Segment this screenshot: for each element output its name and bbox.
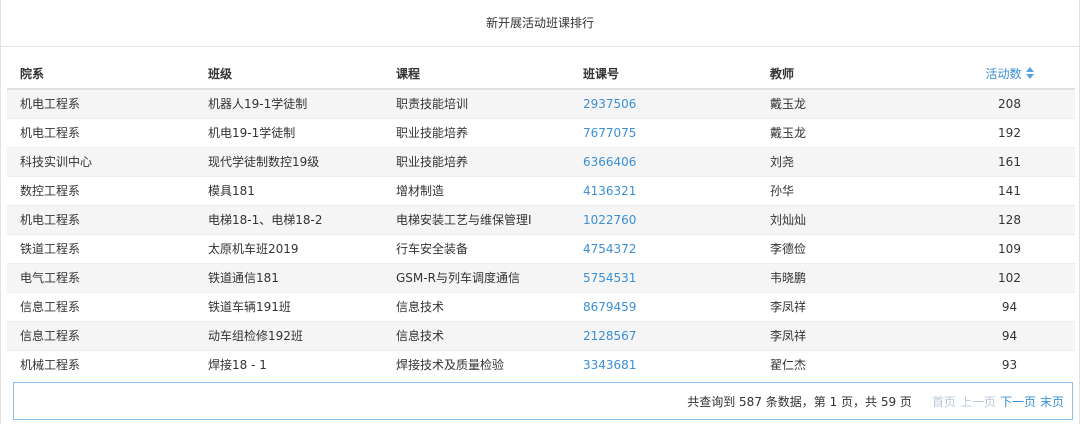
table-row: 信息工程系 铁道车辆191班 信息技术 8679459 李凤祥 94 bbox=[7, 292, 1075, 322]
pagination-summary: 共查询到 587 条数据，第 1 页，共 59 页 bbox=[687, 394, 912, 409]
cell-course: 职责技能培训 bbox=[383, 89, 570, 119]
column-header-course: 课程 bbox=[383, 58, 570, 90]
next-page-link[interactable]: 下一页 bbox=[1000, 393, 1036, 410]
cell-activity-count: 102 bbox=[944, 263, 1075, 293]
cell-teacher: 刘尧 bbox=[757, 147, 944, 177]
cell-course: 增材制造 bbox=[383, 176, 570, 206]
cell-course: 电梯安装工艺与维保管理Ⅰ bbox=[383, 205, 570, 235]
cell-activity-count: 128 bbox=[944, 205, 1075, 235]
ranking-panel: 新开展活动班课排行 院系 班级 课程 班课号 教师 活动数 机电工程系 机器人19… bbox=[0, 0, 1080, 424]
cell-class: 模具181 bbox=[195, 176, 383, 206]
cell-teacher: 李凤祥 bbox=[757, 292, 944, 322]
cell-class-code: 7677075 bbox=[570, 118, 757, 148]
table-header-row: 院系 班级 课程 班课号 教师 活动数 bbox=[7, 58, 1075, 90]
column-header-department: 院系 bbox=[7, 58, 195, 90]
cell-class: 现代学徒制数控19级 bbox=[195, 147, 383, 177]
cell-class-code: 1022760 bbox=[570, 205, 757, 235]
cell-class-code: 4136321 bbox=[570, 176, 757, 206]
table-row: 科技实训中心 现代学徒制数控19级 职业技能培养 6366406 刘尧 161 bbox=[7, 147, 1075, 177]
cell-class: 机电19-1学徒制 bbox=[195, 118, 383, 148]
cell-class: 机器人19-1学徒制 bbox=[195, 89, 383, 119]
class-code-link[interactable]: 4754372 bbox=[583, 242, 636, 256]
class-code-link[interactable]: 3343681 bbox=[583, 358, 636, 372]
cell-department: 信息工程系 bbox=[7, 292, 195, 322]
cell-activity-count: 192 bbox=[944, 118, 1075, 148]
table-row: 机电工程系 机器人19-1学徒制 职责技能培训 2937506 戴玉龙 208 bbox=[7, 89, 1075, 119]
table-row: 机械工程系 焊接18 - 1 焊接技术及质量检验 3343681 翟仁杰 93 bbox=[7, 350, 1075, 374]
column-header-class: 班级 bbox=[195, 58, 383, 90]
table-row: 机电工程系 电梯18-1、电梯18-2 电梯安装工艺与维保管理Ⅰ 1022760 刘灿灿… bbox=[7, 205, 1075, 235]
cell-department: 机电工程系 bbox=[7, 89, 195, 119]
cell-class-code: 4754372 bbox=[570, 234, 757, 264]
cell-department: 机电工程系 bbox=[7, 205, 195, 235]
cell-class: 铁道车辆191班 bbox=[195, 292, 383, 322]
cell-teacher: 戴玉龙 bbox=[757, 118, 944, 148]
column-header-activity-count[interactable]: 活动数 bbox=[944, 58, 1075, 90]
pagination-bar: 共查询到 587 条数据，第 1 页，共 59 页 首页 上一页 下一页 末页 bbox=[13, 382, 1073, 420]
cell-activity-count: 93 bbox=[944, 350, 1075, 374]
cell-course: 行车安全装备 bbox=[383, 234, 570, 264]
table-row: 电气工程系 铁道通信181 GSM-R与列车调度通信 5754531 韦晓鹏 102 bbox=[7, 263, 1075, 293]
cell-course: 焊接技术及质量检验 bbox=[383, 350, 570, 374]
cell-department: 铁道工程系 bbox=[7, 234, 195, 264]
first-page-link[interactable]: 首页 bbox=[932, 393, 956, 410]
prev-page-link[interactable]: 上一页 bbox=[960, 393, 996, 410]
cell-department: 机电工程系 bbox=[7, 118, 195, 148]
ranking-table: 院系 班级 课程 班课号 教师 活动数 机电工程系 机器人19-1学徒制 职责技能培… bbox=[7, 58, 1075, 374]
column-header-teacher: 教师 bbox=[757, 58, 944, 90]
class-code-link[interactable]: 2937506 bbox=[583, 97, 636, 111]
cell-class-code: 2128567 bbox=[570, 321, 757, 351]
cell-teacher: 李德俭 bbox=[757, 234, 944, 264]
table-row: 铁道工程系 太原机车班2019 行车安全装备 4754372 李德俭 109 bbox=[7, 234, 1075, 264]
cell-class-code: 8679459 bbox=[570, 292, 757, 322]
cell-course: GSM-R与列车调度通信 bbox=[383, 263, 570, 293]
class-code-link[interactable]: 5754531 bbox=[583, 271, 636, 285]
cell-class: 动车组检修192班 bbox=[195, 321, 383, 351]
cell-department: 数控工程系 bbox=[7, 176, 195, 206]
table-row: 数控工程系 模具181 增材制造 4136321 孙华 141 bbox=[7, 176, 1075, 206]
last-page-link[interactable]: 末页 bbox=[1040, 393, 1064, 410]
class-code-link[interactable]: 8679459 bbox=[583, 300, 636, 314]
cell-teacher: 翟仁杰 bbox=[757, 350, 944, 374]
class-code-link[interactable]: 4136321 bbox=[583, 184, 636, 198]
cell-course: 信息技术 bbox=[383, 321, 570, 351]
column-header-activity-count-label: 活动数 bbox=[985, 66, 1022, 81]
cell-activity-count: 161 bbox=[944, 147, 1075, 177]
cell-teacher: 韦晓鹏 bbox=[757, 263, 944, 293]
cell-class: 铁道通信181 bbox=[195, 263, 383, 293]
class-code-link[interactable]: 7677075 bbox=[583, 126, 636, 140]
cell-activity-count: 208 bbox=[944, 89, 1075, 119]
class-code-link[interactable]: 2128567 bbox=[583, 329, 636, 343]
sort-icon[interactable] bbox=[1025, 66, 1034, 79]
cell-teacher: 孙华 bbox=[757, 176, 944, 206]
cell-activity-count: 109 bbox=[944, 234, 1075, 264]
cell-class-code: 3343681 bbox=[570, 350, 757, 374]
cell-teacher: 李凤祥 bbox=[757, 321, 944, 351]
cell-activity-count: 94 bbox=[944, 292, 1075, 322]
table-row: 机电工程系 机电19-1学徒制 职业技能培养 7677075 戴玉龙 192 bbox=[7, 118, 1075, 148]
cell-department: 科技实训中心 bbox=[7, 147, 195, 177]
cell-course: 信息技术 bbox=[383, 292, 570, 322]
table-viewport[interactable]: 院系 班级 课程 班课号 教师 活动数 机电工程系 机器人19-1学徒制 职责技能培… bbox=[1, 0, 1080, 374]
column-header-class-code: 班课号 bbox=[570, 58, 757, 90]
cell-class: 太原机车班2019 bbox=[195, 234, 383, 264]
cell-class-code: 6366406 bbox=[570, 147, 757, 177]
cell-teacher: 刘灿灿 bbox=[757, 205, 944, 235]
table-row: 信息工程系 动车组检修192班 信息技术 2128567 李凤祥 94 bbox=[7, 321, 1075, 351]
cell-department: 信息工程系 bbox=[7, 321, 195, 351]
cell-class: 焊接18 - 1 bbox=[195, 350, 383, 374]
class-code-link[interactable]: 6366406 bbox=[583, 155, 636, 169]
cell-department: 电气工程系 bbox=[7, 263, 195, 293]
cell-activity-count: 141 bbox=[944, 176, 1075, 206]
cell-department: 机械工程系 bbox=[7, 350, 195, 374]
cell-teacher: 戴玉龙 bbox=[757, 89, 944, 119]
cell-course: 职业技能培养 bbox=[383, 118, 570, 148]
cell-activity-count: 94 bbox=[944, 321, 1075, 351]
cell-class-code: 5754531 bbox=[570, 263, 757, 293]
cell-class: 电梯18-1、电梯18-2 bbox=[195, 205, 383, 235]
cell-class-code: 2937506 bbox=[570, 89, 757, 119]
cell-course: 职业技能培养 bbox=[383, 147, 570, 177]
class-code-link[interactable]: 1022760 bbox=[583, 213, 636, 227]
